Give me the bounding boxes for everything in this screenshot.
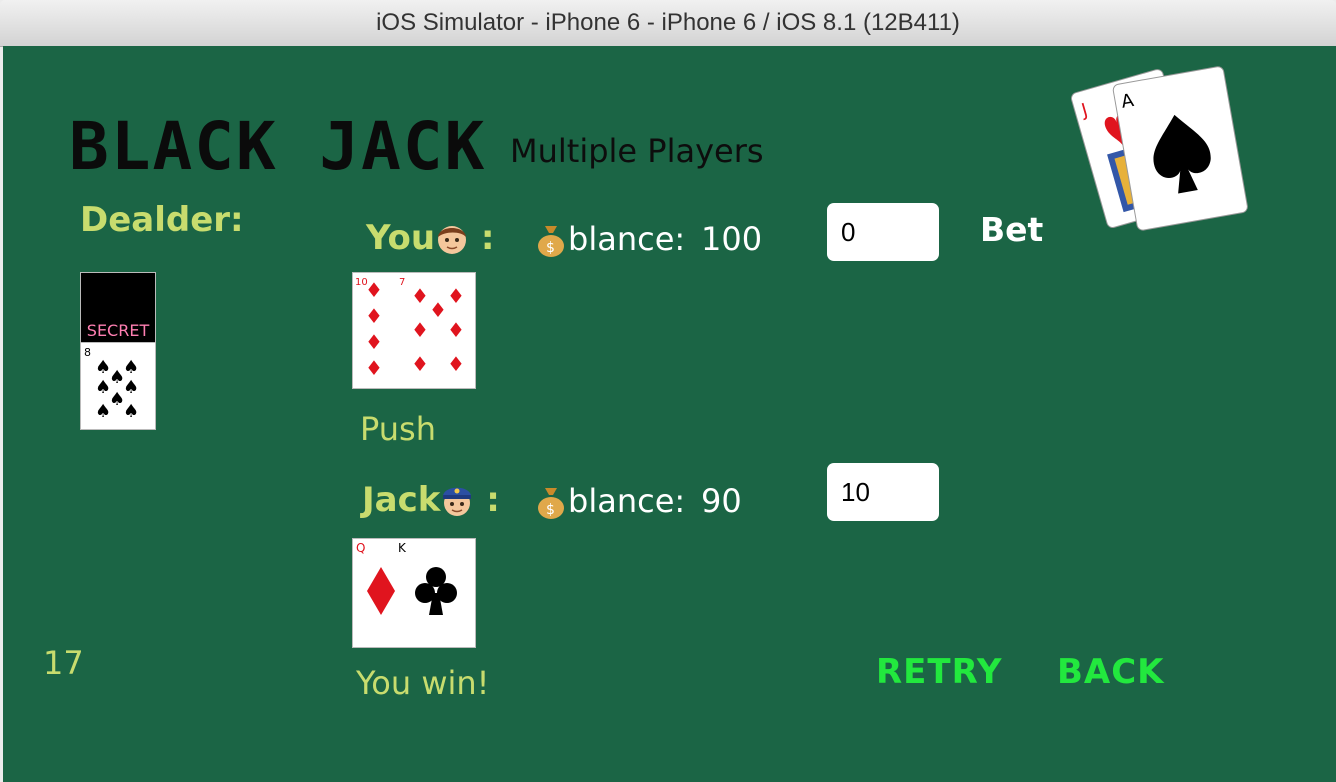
- balance-value-you: 100: [701, 220, 763, 258]
- app-title: BLACK JACK: [69, 108, 487, 185]
- balance-value-jack: 90: [701, 482, 742, 520]
- police-officer-icon: [443, 487, 472, 516]
- card-rank-q: Q: [356, 541, 365, 555]
- secret-card-label: SECRET: [86, 321, 150, 340]
- app-subtitle: Multiple Players: [510, 132, 764, 170]
- dealer-card-rank: 8: [84, 346, 91, 359]
- svg-text:$: $: [546, 240, 555, 256]
- svg-text:♦: ♦: [447, 284, 465, 308]
- bet-label: Bet: [980, 210, 1044, 249]
- money-bag-icon: $: [538, 226, 564, 257]
- svg-text:♦: ♦: [411, 352, 429, 376]
- svg-text:♦: ♦: [429, 298, 447, 322]
- card-rank-k: K: [398, 541, 407, 555]
- retry-button[interactable]: RETRY: [876, 652, 1003, 692]
- result-you: Push: [360, 410, 436, 448]
- dealer-card-8-spades: 8 ♠ ♠ ♠ ♠ ♠ ♠ ♠ ♠: [80, 342, 156, 430]
- balance-label: blance:: [568, 482, 686, 520]
- svg-text:♦: ♦: [411, 284, 429, 308]
- player-cards-jack: Q K: [352, 538, 476, 648]
- svg-text:♦: ♦: [365, 356, 383, 380]
- back-button[interactable]: BACK: [1057, 652, 1165, 692]
- svg-text:♦: ♦: [365, 330, 383, 354]
- bet-input-jack[interactable]: [827, 463, 939, 521]
- card-k-clubs: K: [395, 539, 475, 647]
- bet-input-you[interactable]: [827, 203, 939, 261]
- spade-pip-icon: ♠: [123, 357, 139, 378]
- player-cards-you: 10 ♦♦♦♦ 7 ♦ ♦ ♦ ♦ ♦ ♦ ♦: [352, 272, 476, 389]
- balance-label: blance:: [568, 220, 686, 258]
- svg-text:♦: ♦: [447, 352, 465, 376]
- player-name-label: Jack: [362, 480, 441, 520]
- player-balance-jack: $ blance:: [536, 482, 685, 520]
- window-title: iOS Simulator - iPhone 6 - iPhone 6 / iO…: [376, 9, 960, 36]
- card-rank-7: 7: [399, 277, 405, 288]
- svg-text:♦: ♦: [365, 304, 383, 328]
- svg-text:♦: ♦: [411, 318, 429, 342]
- svg-text:$: $: [546, 502, 555, 518]
- window-titlebar: iOS Simulator - iPhone 6 - iPhone 6 / iO…: [0, 0, 1336, 47]
- spade-pip-icon: ♠: [123, 377, 139, 398]
- player-balance-you: $ blance:: [536, 220, 685, 258]
- dealer-hidden-card: SECRET: [80, 272, 156, 344]
- logo-cards-image: J A: [1070, 66, 1248, 231]
- player-name-label: You: [366, 218, 436, 258]
- game-screen: BLACK JACK Multiple Players J A Dealder:…: [3, 46, 1336, 782]
- svg-text:♦: ♦: [447, 318, 465, 342]
- money-bag-icon: $: [538, 488, 564, 519]
- result-jack: You win!: [356, 664, 490, 702]
- player-name-jack: Jack :: [362, 480, 500, 520]
- card-7-diamonds: 7 ♦ ♦ ♦ ♦ ♦ ♦ ♦: [395, 273, 475, 388]
- dealer-score: 17: [43, 644, 84, 682]
- dealer-label: Dealder:: [80, 200, 244, 240]
- spade-pip-icon: ♠: [95, 401, 111, 422]
- player-name-you: You :: [366, 218, 495, 258]
- svg-text:♦: ♦: [365, 278, 383, 302]
- spade-pip-icon: ♠: [123, 401, 139, 422]
- boy-face-icon: [438, 226, 467, 254]
